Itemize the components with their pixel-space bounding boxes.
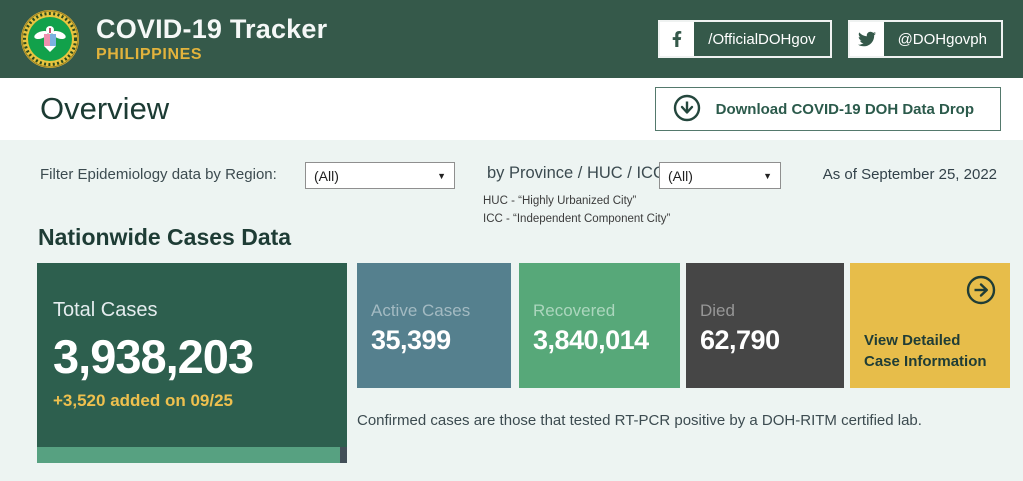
- view-details-line1: View Detailed: [864, 332, 961, 349]
- huc-footnote: HUC - “Highly Urbanized City”: [483, 195, 637, 207]
- abbreviation-footnotes: HUC - “Highly Urbanized City” ICC - “Ind…: [483, 192, 670, 228]
- died-value: 62,790: [700, 325, 780, 355]
- facebook-icon: [660, 22, 695, 56]
- recovered-card: Recovered 3,840,014: [519, 263, 680, 388]
- overview-band: Overview Download COVID-19 DOH Data Drop: [0, 78, 1023, 140]
- view-details-line2: Case Information: [864, 353, 987, 370]
- header-titles: COVID-19 Tracker PHILIPPINES: [96, 14, 327, 64]
- caret-down-icon: ▼: [437, 170, 446, 181]
- filter-area: Filter Epidemiology data by Region: (All…: [0, 140, 1023, 225]
- view-details-card[interactable]: View Detailed Case Information: [850, 263, 1010, 388]
- region-select[interactable]: (All) ▼: [305, 162, 455, 189]
- facebook-handle: /OfficialDOHgov: [708, 30, 816, 48]
- main-content: Filter Epidemiology data by Region: (All…: [0, 140, 1023, 463]
- twitter-icon: [849, 22, 884, 56]
- facebook-badge[interactable]: /OfficialDOHgov: [658, 20, 832, 58]
- app-title: COVID-19 Tracker: [96, 14, 328, 44]
- province-select-value: (All): [668, 167, 693, 184]
- region-filter-label: Filter Epidemiology data by Region:: [40, 166, 277, 183]
- download-label: Download COVID-19 DOH Data Drop: [715, 100, 974, 118]
- covid-tracker-app: COVID-19 Tracker PHILIPPINES /OfficialDO…: [0, 0, 1023, 481]
- total-cases-label: Total Cases: [53, 299, 158, 321]
- arrow-right-circle-icon: [964, 273, 998, 312]
- download-circle-icon: [672, 93, 702, 126]
- confirmed-cases-note: Confirmed cases are those that tested RT…: [357, 412, 922, 429]
- app-subtitle: PHILIPPINES: [96, 46, 203, 63]
- region-select-value: (All): [314, 167, 339, 184]
- caret-down-icon: ▼: [763, 170, 772, 181]
- total-cases-delta: +3,520 added on 09/25: [53, 391, 234, 411]
- social-links: /OfficialDOHgov @DOHgovph: [658, 20, 1003, 58]
- active-cases-value: 35,399: [371, 325, 451, 355]
- section-heading: Nationwide Cases Data: [38, 224, 292, 250]
- died-card: Died 62,790: [686, 263, 844, 388]
- died-label: Died: [700, 301, 735, 320]
- icc-footnote: ICC - “Independent Component City”: [483, 213, 671, 225]
- province-filter-label: by Province / HUC / ICC:: [487, 164, 670, 182]
- recovered-value: 3,840,014: [533, 325, 649, 355]
- total-cases-card: Total Cases 3,938,203 +3,520 added on 09…: [37, 263, 347, 463]
- cases-cards-row: Total Cases 3,938,203 +3,520 added on 09…: [37, 263, 1023, 463]
- download-data-drop-button[interactable]: Download COVID-19 DOH Data Drop: [654, 87, 1001, 131]
- active-cases-card: Active Cases 35,399: [357, 263, 511, 388]
- recovered-label: Recovered: [533, 301, 616, 320]
- province-select[interactable]: (All) ▼: [659, 162, 781, 189]
- twitter-handle: @DOHgovph: [897, 30, 987, 48]
- twitter-badge[interactable]: @DOHgovph: [847, 20, 1003, 58]
- as-of-date: As of September 25, 2022: [822, 166, 997, 183]
- view-details-label: View Detailed Case Information: [864, 330, 987, 372]
- page-title: Overview: [40, 91, 170, 126]
- total-cases-sparkline: [37, 447, 347, 463]
- doh-seal-logo: [20, 9, 80, 69]
- app-header: COVID-19 Tracker PHILIPPINES /OfficialDO…: [0, 0, 1023, 78]
- active-cases-label: Active Cases: [371, 301, 471, 320]
- sparkline-end-cap: [340, 447, 347, 463]
- total-cases-value: 3,938,203: [53, 330, 254, 383]
